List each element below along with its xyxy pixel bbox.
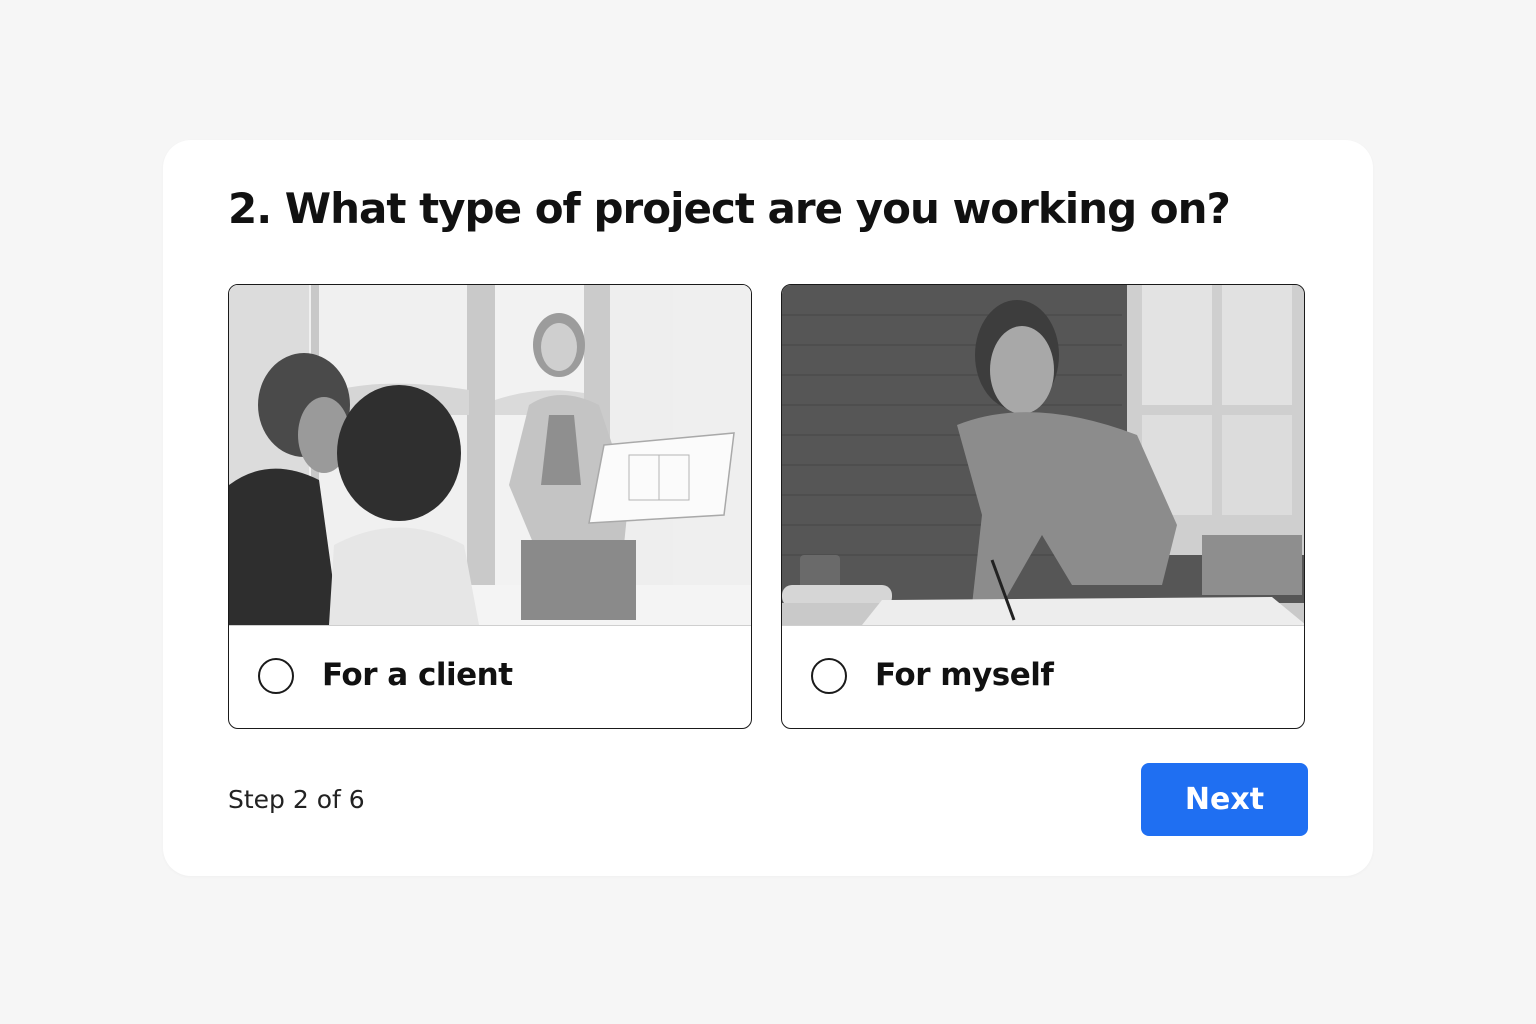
radio-for-myself[interactable] xyxy=(811,658,847,694)
client-meeting-photo xyxy=(229,285,751,626)
option-label: For a client xyxy=(322,657,513,693)
step-indicator: Step 2 of 6 xyxy=(228,785,365,814)
option-for-a-client[interactable]: For a client xyxy=(228,284,752,729)
man-drawing-plans-photo xyxy=(782,285,1304,626)
question-title: 2. What type of project are you working … xyxy=(228,184,1231,233)
survey-card: 2. What type of project are you working … xyxy=(163,140,1373,876)
next-button[interactable]: Next xyxy=(1141,763,1308,836)
radio-for-a-client[interactable] xyxy=(258,658,294,694)
option-label: For myself xyxy=(875,657,1054,693)
option-for-myself[interactable]: For myself xyxy=(781,284,1305,729)
